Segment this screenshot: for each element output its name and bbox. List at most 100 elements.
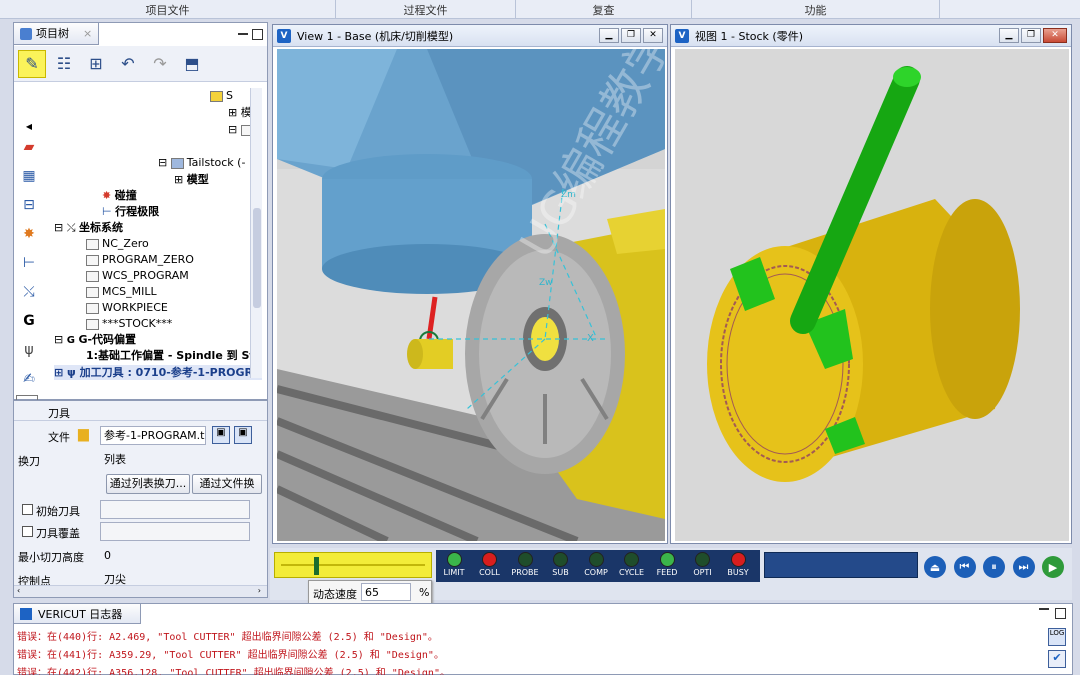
pause-icon[interactable]: ⏸ [983, 556, 1005, 578]
tree-node-stock[interactable]: ***STOCK*** [86, 316, 172, 331]
initial-tool-input[interactable] [100, 500, 250, 519]
speed-unit: % [419, 586, 430, 599]
tree-node-tailstock[interactable]: ⊟ Tailstock (- [158, 155, 245, 170]
step-icon[interactable]: ⏭ [1012, 556, 1035, 578]
tool-panel-hscroll[interactable]: ‹ › [14, 585, 267, 597]
view1-restore-button[interactable]: ❐ [621, 28, 641, 43]
tree-node-program-zero[interactable]: PROGRAM_ZERO [86, 252, 194, 267]
view-icon[interactable]: ⬒ [178, 50, 206, 78]
change-by-file-button[interactable]: 通过文件换 [192, 474, 262, 494]
ribbon-group-functions[interactable]: 功能 [692, 0, 940, 19]
tree-node-collision[interactable]: ✸ 碰撞 [102, 188, 137, 203]
log-float-icon[interactable] [1055, 608, 1066, 619]
tool-cover-checkbox[interactable] [22, 526, 33, 537]
led-label: OPTI [693, 568, 712, 577]
axis-label-x: X [587, 333, 594, 344]
shield-icon[interactable]: ✔ [1048, 650, 1066, 668]
tree-node-gcode-offsets[interactable]: ⊟ G G-代码偏置 [54, 332, 136, 347]
save-icon[interactable]: ▣ [212, 426, 230, 444]
speed-label: 动态速度 [313, 588, 357, 601]
undo-icon[interactable]: ↶ [114, 50, 142, 78]
log-line-1: 错误：在(440)行: A2.469, "Tool CUTTER" 超出临界间隙… [17, 632, 438, 643]
tree-node-model-2[interactable]: ⊞ 模型 [174, 172, 209, 187]
rewind-icon[interactable]: ⏮ [953, 556, 976, 578]
log-line-2: 错误：在(441)行: A359.29, "Tool CUTTER" 超出临界间… [17, 650, 444, 661]
view1-close-button[interactable]: ✕ [643, 28, 663, 43]
tree-scrollbar[interactable] [250, 88, 262, 378]
tree-node-nc-zero[interactable]: NC_Zero [86, 236, 149, 251]
speed-slider-thumb[interactable] [313, 557, 319, 575]
min-height-input[interactable]: 0 [100, 546, 250, 565]
tree-scrollbar-thumb[interactable] [253, 208, 261, 308]
collision-icon[interactable]: ✸ [16, 221, 42, 247]
view2-minimize-button[interactable]: ▁ [999, 28, 1019, 43]
gcode-icon[interactable]: G [16, 308, 42, 334]
view1-minimize-button[interactable]: ▁ [599, 28, 619, 43]
tree-node-coordinate-system[interactable]: ⊟ ⤯ 坐标系统 [54, 220, 123, 235]
log-icon [20, 607, 32, 620]
collision-icon: ✸ [102, 189, 112, 202]
play-icon[interactable]: ▶ [1042, 556, 1064, 578]
tool-file-input[interactable]: 参考-1-PROGRAM.tls [100, 426, 206, 445]
travel-icon: ⊢ [102, 205, 112, 218]
led-light-icon [446, 552, 462, 567]
log-minimize-icon[interactable] [1039, 608, 1049, 610]
add-icon[interactable]: ⊞ [82, 50, 110, 78]
tree-node-workpiece[interactable]: WORKPIECE [86, 300, 168, 315]
speed-input[interactable]: 65 [361, 583, 411, 601]
view2-titlebar[interactable]: V 视图 1 - Stock (零件) ▁ ❐ ✕ [671, 25, 1071, 47]
led-label: PROBE [511, 568, 539, 577]
nc-program-icon[interactable]: ✍ [16, 366, 42, 392]
view2-window[interactable]: V 视图 1 - Stock (零件) ▁ ❐ ✕ [670, 24, 1072, 544]
machine-icon[interactable]: ▰ [16, 134, 42, 160]
tree-node-base-work-offset[interactable]: 1:基础工作偏置 - Spindle 到 Sto [86, 348, 262, 363]
axes-icon[interactable]: ⤯ [16, 279, 42, 305]
tree-node-model-1[interactable]: ⊞ 模 [228, 105, 252, 120]
tree-node-mcs-mill[interactable]: MCS_MILL [86, 284, 157, 299]
close-tab-icon[interactable]: × [83, 23, 92, 45]
minimize-icon[interactable] [238, 33, 248, 35]
tree-node-machining-tools[interactable]: ⊞ ψ 加工刀具 : 0710-参考-1-PROGRA [54, 365, 262, 380]
vericut-logo-icon: V [675, 28, 689, 43]
properties-icon[interactable]: ☷ [50, 50, 78, 78]
log-tab[interactable]: VERICUT 日志器 [14, 604, 142, 624]
ribbon-group-review[interactable]: 复查 [516, 0, 692, 19]
view1-titlebar[interactable]: V View 1 - Base (机床/切削模型) ▁ ❐ ✕ [273, 25, 667, 47]
open-folder-icon[interactable]: ▆ [78, 426, 89, 442]
view2-restore-button[interactable]: ❐ [1021, 28, 1041, 43]
view2-close-button[interactable]: ✕ [1043, 28, 1067, 43]
led-label: FEED [656, 568, 678, 577]
speed-tooltip: 动态速度 65 % [308, 580, 432, 604]
tool-properties-panel: 刀具 文件 ▆ 参考-1-PROGRAM.tls ▣ ▣ 换刀 列表 通过列表换… [13, 400, 268, 598]
view1-window[interactable]: V View 1 - Base (机床/切削模型) ▁ ❐ ✕ Zm Zw X … [272, 24, 668, 544]
tree-node-wcs-program[interactable]: WCS_PROGRAM [86, 268, 189, 283]
speed-slider[interactable] [274, 552, 432, 578]
led-comp: COMP [580, 550, 612, 577]
eject-icon[interactable]: ⏏ [924, 556, 946, 578]
led-limit: LIMIT [438, 550, 470, 577]
tree-node-travel-limit[interactable]: ⊢ 行程极限 [102, 204, 159, 219]
redo-icon[interactable]: ↷ [146, 50, 174, 78]
led-label: SUB [552, 568, 569, 577]
control-icon[interactable]: ▦ [16, 163, 42, 189]
view2-canvas[interactable] [675, 49, 1069, 541]
view1-canvas[interactable]: Zm Zw X UG编程教学 [277, 49, 665, 541]
ribbon-group-project-file[interactable]: 项目文件 [0, 0, 336, 19]
initial-tool-checkbox[interactable] [22, 504, 33, 515]
project-tree-tab[interactable]: 项目树 × [14, 23, 100, 45]
save-as-icon[interactable]: ▣ [234, 426, 252, 444]
tool-change-value[interactable]: 列表 [100, 450, 250, 469]
tool-cover-input[interactable] [100, 522, 250, 541]
initial-tool-row: 初始刀具 [14, 499, 267, 521]
float-icon[interactable] [252, 28, 263, 40]
tool-icon[interactable]: ψ [16, 337, 42, 363]
fixture-icon[interactable]: ⊟ [16, 192, 42, 218]
change-by-list-button[interactable]: 通过列表换刀... [106, 474, 190, 494]
travel-icon[interactable]: ⊢ [16, 250, 42, 276]
collapse-arrow-icon[interactable]: ◀ [16, 121, 42, 131]
axes-icon: ⤯ [66, 221, 76, 234]
select-icon[interactable]: ✎ [18, 49, 46, 78]
tree-node-s[interactable]: S [210, 88, 233, 103]
ribbon-group-process-file[interactable]: 过程文件 [336, 0, 516, 19]
log-options-icon[interactable]: LOG [1048, 628, 1066, 646]
